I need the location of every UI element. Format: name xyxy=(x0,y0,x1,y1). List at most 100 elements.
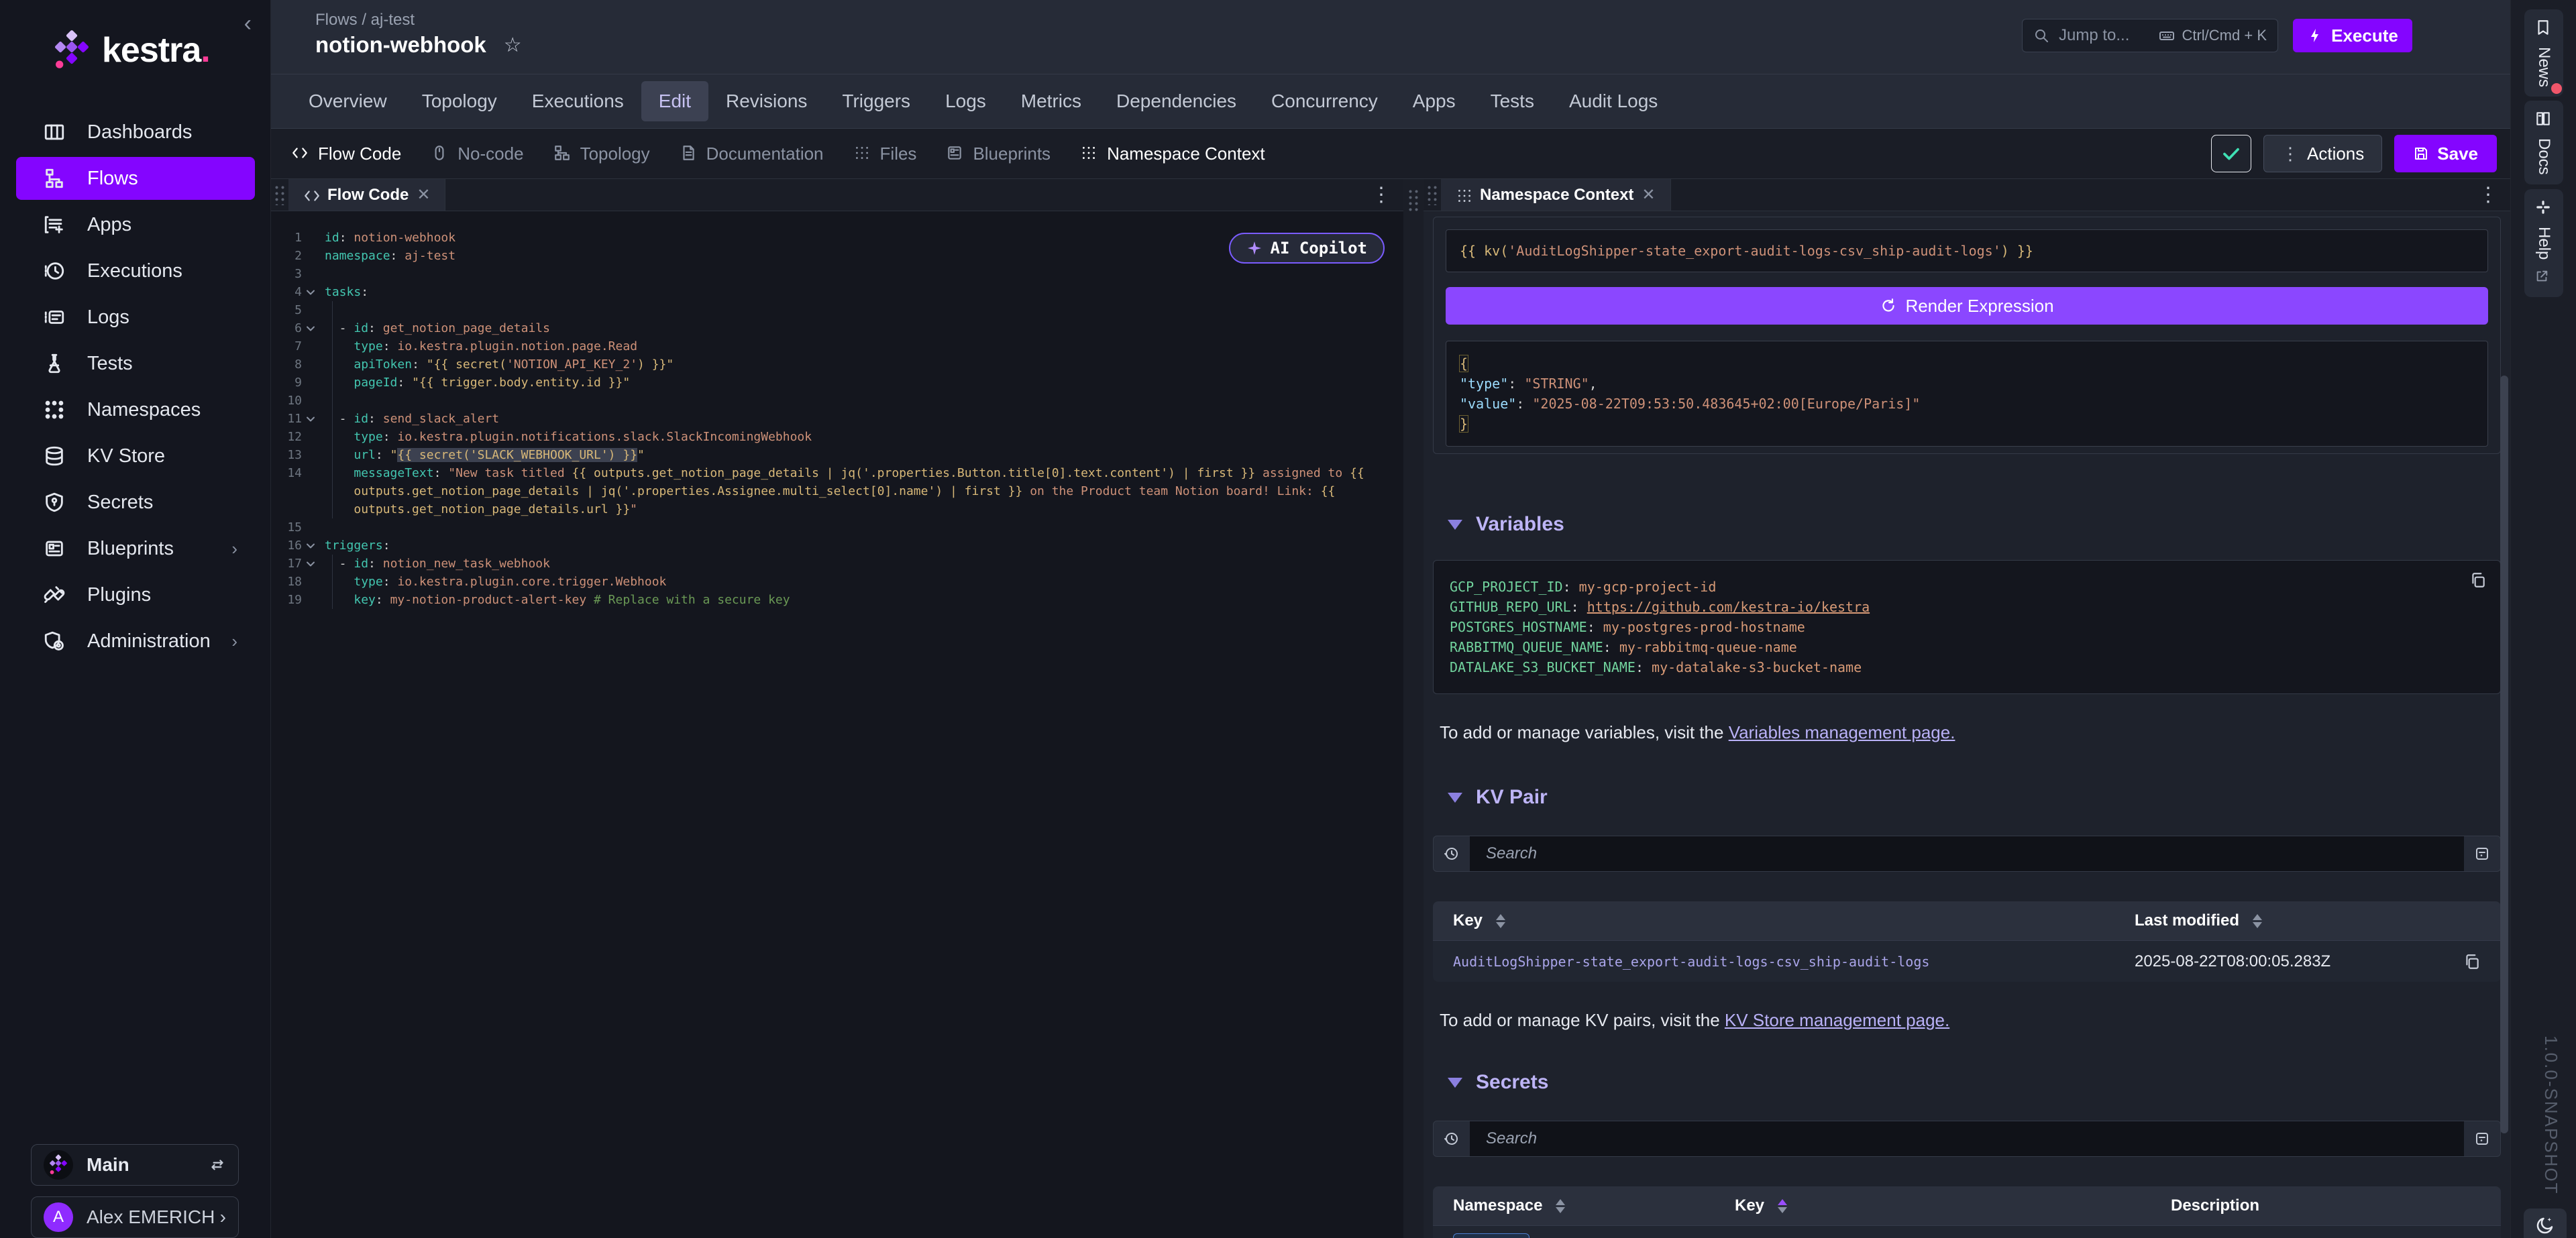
kestra-logo[interactable]: kestra. xyxy=(52,30,210,71)
yaml-editor[interactable]: AI Copilot 1id: notion-webhook2namespace… xyxy=(271,211,1403,1238)
fold-spacer xyxy=(302,482,319,500)
column-header-last-modified[interactable]: Last modified xyxy=(2135,911,2443,930)
mode-files[interactable]: Files xyxy=(853,144,917,164)
sidebar-item-blueprints[interactable]: Blueprints› xyxy=(16,527,255,570)
variable-value-link[interactable]: https://github.com/kestra-io/kestra xyxy=(1587,599,1870,615)
switch-tenant-icon[interactable] xyxy=(209,1156,226,1174)
mode-no-code[interactable]: No-code xyxy=(431,144,523,164)
secret-namespace-cell: aj-test xyxy=(1433,1233,1735,1238)
history-icon[interactable] xyxy=(1434,836,1470,871)
fold-icon[interactable] xyxy=(302,319,319,337)
tab-revisions[interactable]: Revisions xyxy=(708,81,824,121)
mode-flow-code[interactable]: Flow Code xyxy=(291,144,401,164)
external-link-icon xyxy=(2534,269,2553,288)
sidebar-item-administration[interactable]: Administration› xyxy=(16,620,255,663)
breadcrumb[interactable]: Flows / aj-test xyxy=(315,11,415,30)
mode-blueprints[interactable]: Blueprints xyxy=(946,144,1051,164)
ai-copilot-button[interactable]: AI Copilot xyxy=(1229,233,1385,264)
kv-search-input[interactable]: Search xyxy=(1470,836,2464,871)
context-tab-menu-icon[interactable]: ⋮ xyxy=(2466,183,2510,207)
jump-to-search[interactable]: Jump to... Ctrl/Cmd + K xyxy=(2022,19,2278,52)
news-button[interactable]: News xyxy=(2524,9,2563,97)
pane-drag-handle[interactable] xyxy=(274,184,286,205)
mode-topology[interactable]: Topology xyxy=(553,144,650,164)
help-button[interactable]: Help xyxy=(2524,189,2563,297)
variables-section-header[interactable]: Variables xyxy=(1448,513,2501,536)
tab-topology[interactable]: Topology xyxy=(405,81,515,121)
sidebar-item-dashboards[interactable]: Dashboards xyxy=(16,111,255,154)
sidebar-item-kv-store[interactable]: KV Store xyxy=(16,435,255,477)
expression-input[interactable]: {{ kv('AuditLogShipper-state_export-audi… xyxy=(1446,229,2488,272)
tab-executions[interactable]: Executions xyxy=(515,81,641,121)
tab-flow-code[interactable]: Flow Code ✕ xyxy=(288,179,445,211)
sidebar-collapse-icon[interactable]: ‹ xyxy=(244,11,252,37)
saved-filter-icon[interactable] xyxy=(2464,836,2500,871)
sidebar-item-executions[interactable]: Executions xyxy=(16,249,255,292)
namespace-badge[interactable]: aj-test xyxy=(1453,1233,1529,1238)
sidebar-item-plugins[interactable]: Plugins xyxy=(16,573,255,616)
tab-namespace-context[interactable]: Namespace Context ✕ xyxy=(1441,179,1671,211)
mode-documentation[interactable]: Documentation xyxy=(680,144,824,164)
right-utility-strip: 1.0.0-SNAPSHOT NewsDocsHelp xyxy=(2510,0,2576,1238)
fold-icon[interactable] xyxy=(302,283,319,301)
table-row[interactable]: AuditLogShipper-state_export-audit-logs-… xyxy=(1433,940,2501,982)
fold-icon[interactable] xyxy=(302,410,319,428)
fold-icon[interactable] xyxy=(302,555,319,573)
saved-filter-icon[interactable] xyxy=(2464,1121,2500,1156)
expression-tester: {{ kv('AuditLogShipper-state_export-audi… xyxy=(1433,217,2501,454)
copy-icon[interactable] xyxy=(2463,953,2481,970)
column-header-key[interactable]: Key xyxy=(1433,911,2135,930)
render-expression-button[interactable]: Render Expression xyxy=(1446,287,2488,325)
theme-toggle-button[interactable] xyxy=(2524,1208,2567,1238)
code-line: 9 pageId: "{{ trigger.body.entity.id }}" xyxy=(271,374,1403,392)
code-text: pageId: "{{ trigger.body.entity.id }}" xyxy=(325,374,630,392)
table-row[interactable]: aj-testNOTION_API_KEY xyxy=(1433,1225,2501,1238)
tab-overview[interactable]: Overview xyxy=(291,81,405,121)
fold-icon[interactable] xyxy=(302,537,319,555)
actions-button[interactable]: ⋮ Actions xyxy=(2263,135,2382,172)
sidebar-item-namespaces[interactable]: Namespaces xyxy=(16,388,255,431)
sidebar-item-apps[interactable]: Apps xyxy=(16,203,255,246)
tab-dependencies[interactable]: Dependencies xyxy=(1099,81,1254,121)
scrollbar[interactable] xyxy=(2500,376,2508,1133)
save-button[interactable]: Save xyxy=(2394,135,2497,172)
history-icon[interactable] xyxy=(1434,1121,1470,1156)
kv-section-header[interactable]: KV Pair xyxy=(1448,786,2501,809)
sidebar-item-flows[interactable]: Flows xyxy=(16,157,255,200)
column-header-key[interactable]: Key xyxy=(1735,1196,2171,1215)
secrets-search-input[interactable]: Search xyxy=(1470,1121,2464,1156)
docs-button[interactable]: Docs xyxy=(2524,101,2563,184)
mode-namespace-context[interactable]: Namespace Context xyxy=(1080,144,1265,164)
sidebar-item-logs[interactable]: Logs xyxy=(16,296,255,339)
tenant-selector[interactable]: Main xyxy=(31,1144,239,1186)
tab-triggers[interactable]: Triggers xyxy=(824,81,928,121)
kv-store-management-link[interactable]: KV Store management page. xyxy=(1725,1010,1949,1030)
column-header-namespace[interactable]: Namespace xyxy=(1433,1196,1735,1215)
tab-tests[interactable]: Tests xyxy=(1473,81,1552,121)
tab-concurrency[interactable]: Concurrency xyxy=(1254,81,1395,121)
docs-icon xyxy=(2534,110,2553,129)
code-text: type: io.kestra.plugin.core.trigger.Webh… xyxy=(325,573,666,591)
editor-tab-menu-icon[interactable]: ⋮ xyxy=(1359,183,1403,207)
user-menu[interactable]: A Alex EMERICH › xyxy=(31,1196,239,1238)
blueprint-icon xyxy=(946,144,965,163)
sidebar-item-label: Plugins xyxy=(87,584,151,606)
close-icon[interactable]: ✕ xyxy=(417,185,430,205)
chevron-right-icon: › xyxy=(231,539,237,559)
tab-apps[interactable]: Apps xyxy=(1395,81,1473,121)
favorite-star-icon[interactable]: ☆ xyxy=(504,34,522,57)
sidebar-item-tests[interactable]: Tests xyxy=(16,342,255,385)
copy-icon[interactable] xyxy=(2469,571,2487,589)
execute-button[interactable]: Execute xyxy=(2293,19,2412,52)
tab-logs[interactable]: Logs xyxy=(928,81,1004,121)
pane-divider[interactable] xyxy=(1403,179,1424,1238)
close-icon[interactable]: ✕ xyxy=(1642,185,1655,205)
pane-drag-handle[interactable] xyxy=(1426,184,1438,205)
secrets-section-header[interactable]: Secrets xyxy=(1448,1071,2501,1094)
tab-edit[interactable]: Edit xyxy=(641,81,708,121)
variables-management-link[interactable]: Variables management page. xyxy=(1729,722,1955,742)
tab-audit-logs[interactable]: Audit Logs xyxy=(1552,81,1675,121)
sidebar-item-secrets[interactable]: Secrets xyxy=(16,481,255,524)
tab-metrics[interactable]: Metrics xyxy=(1004,81,1099,121)
validation-check-button[interactable] xyxy=(2211,135,2251,172)
